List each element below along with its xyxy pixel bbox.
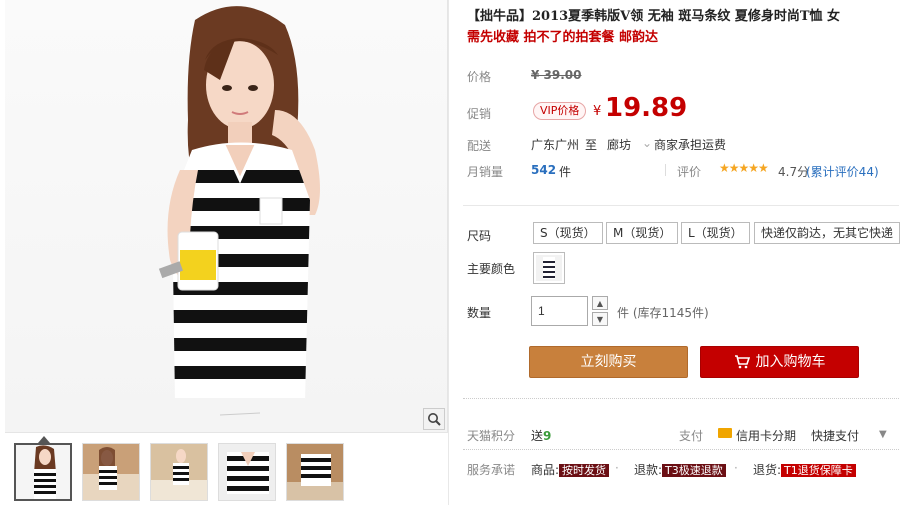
thumbnail-4[interactable] xyxy=(218,443,276,501)
service-label: 服务承诺 xyxy=(467,463,516,477)
sales-count: 542 xyxy=(531,163,557,177)
vip-badge: VIP价格 xyxy=(533,102,587,120)
points-number: 9 xyxy=(543,429,552,443)
chevron-down-icon[interactable]: ⌄ xyxy=(642,136,652,150)
sales-unit: 件 xyxy=(559,165,572,179)
buy-now-button[interactable]: 立刻购买 xyxy=(529,346,688,378)
shipping-from[interactable]: 广东广州 xyxy=(531,136,579,153)
quick-pay[interactable]: 快捷支付 xyxy=(811,427,859,444)
points-prefix: 送 xyxy=(531,429,544,443)
service-delivery[interactable]: 商品: 按时发货 xyxy=(531,461,610,478)
quantity-label: 数量 xyxy=(467,306,492,320)
size-label: 尺码 xyxy=(467,229,492,243)
service-refund[interactable]: 退款: T3极速退款 xyxy=(634,461,726,478)
color-swatch-striped[interactable] xyxy=(533,252,565,284)
original-price: ¥ 39.00 xyxy=(531,68,581,82)
shipping-to-word: 至 xyxy=(585,138,598,152)
shipping-destination[interactable]: 廊坊 xyxy=(607,136,631,153)
rating-score: 4.7分 xyxy=(778,165,810,179)
sales-label: 月销量 xyxy=(467,165,504,179)
add-to-cart-button[interactable]: 加入购物车 xyxy=(700,346,859,378)
main-product-image[interactable] xyxy=(5,0,448,433)
shipping-label: 配送 xyxy=(467,139,492,153)
size-option-m[interactable]: M（现货） xyxy=(606,222,679,244)
section-divider xyxy=(463,449,899,450)
cart-icon xyxy=(734,355,750,369)
quantity-down-icon[interactable]: ▼ xyxy=(592,312,608,326)
thumbnail-strip xyxy=(14,443,344,501)
section-divider xyxy=(463,398,899,399)
color-label: 主要颜色 xyxy=(467,262,516,276)
size-option-shipping-note[interactable]: 快递仅韵达，无其它快递 xyxy=(754,222,900,244)
service-prefix: 退款: xyxy=(634,463,663,477)
service-tag: T3极速退款 xyxy=(662,464,726,477)
price-label: 价格 xyxy=(467,70,492,84)
quantity-up-icon[interactable]: ▲ xyxy=(592,296,608,310)
separator-dot: · xyxy=(734,461,738,475)
thumbnail-3[interactable] xyxy=(150,443,208,501)
zoom-icon[interactable] xyxy=(423,408,445,430)
review-count-link[interactable]: (累计评价44) xyxy=(806,163,879,180)
product-info-panel: 【拙牛品】2013夏季韩版V领 无袖 斑马条纹 夏修身时尚T恤 女 需先收藏 拍… xyxy=(448,0,900,505)
size-option-s[interactable]: S（现货） xyxy=(533,222,603,244)
thumbnail-5[interactable] xyxy=(286,443,344,501)
shipping-fee: 商家承担运费 xyxy=(654,138,727,152)
divider xyxy=(665,164,666,176)
points-label: 天猫积分 xyxy=(467,429,516,443)
currency-symbol: ¥ xyxy=(593,104,602,119)
model-illustration xyxy=(158,6,320,432)
original-price-value: ¥ 39.00 xyxy=(531,68,582,82)
service-return[interactable]: 退货: T1退货保障卡 xyxy=(753,461,856,478)
quantity-stock: 件 (库存1145件) xyxy=(617,306,709,320)
quantity-input[interactable] xyxy=(531,296,588,326)
credit-card-installment[interactable]: 信用卡分期 xyxy=(736,427,796,444)
add-to-cart-label: 加入购物车 xyxy=(755,354,826,370)
service-prefix: 商品: xyxy=(531,463,560,477)
chevron-down-icon[interactable]: ▼ xyxy=(879,429,887,440)
review-label: 评价 xyxy=(677,165,702,179)
thumb-pointer-icon xyxy=(38,436,50,443)
product-title: 【拙牛品】2013夏季韩版V领 无袖 斑马条纹 夏修身时尚T恤 女 xyxy=(467,9,841,24)
product-subtitle: 需先收藏 拍不了的拍套餐 邮韵达 xyxy=(467,30,659,45)
promo-price: 19.89 xyxy=(605,93,688,123)
service-tag: 按时发货 xyxy=(559,464,610,477)
size-option-l[interactable]: L（现货） xyxy=(681,222,750,244)
service-prefix: 退货: xyxy=(753,463,782,477)
separator-dot: · xyxy=(615,461,619,475)
credit-card-icon xyxy=(718,428,732,438)
service-tag: T1退货保障卡 xyxy=(781,464,856,477)
promo-label: 促销 xyxy=(467,107,492,121)
points-value: 送9 xyxy=(531,427,551,444)
rating-stars-icon: ★★★★★ xyxy=(719,161,769,175)
section-divider xyxy=(463,205,899,206)
thumbnail-2[interactable] xyxy=(82,443,140,501)
pay-label: 支付 xyxy=(679,429,704,443)
product-gallery xyxy=(0,0,448,505)
thumbnail-1[interactable] xyxy=(14,443,72,501)
